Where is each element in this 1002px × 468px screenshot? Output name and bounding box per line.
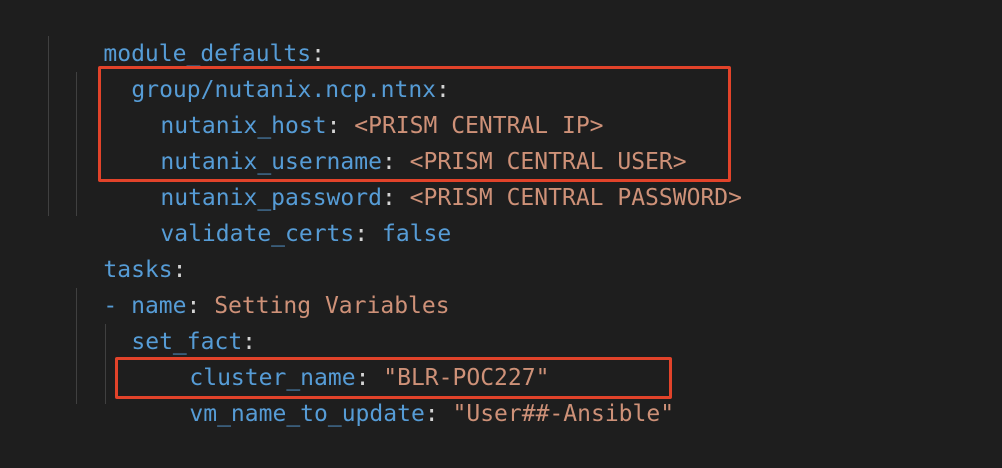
- highlight-box-vm-name: [115, 357, 672, 399]
- yaml-boolean: false: [381, 221, 452, 247]
- yaml-key: vm_name_to_update: [189, 401, 425, 427]
- yaml-value: "User##-Ansible": [452, 401, 675, 427]
- yaml-colon: :: [424, 401, 453, 427]
- code-line[interactable]: module_defaults:: [48, 0, 325, 67]
- yaml-key: validate_certs: [160, 221, 355, 247]
- code-line[interactable]: tasks:: [48, 216, 186, 283]
- code-line[interactable]: set_fact:: [76, 288, 256, 355]
- code-editor[interactable]: module_defaults: group/nutanix.ncp.ntnx:…: [0, 0, 1002, 427]
- code-line[interactable]: cluster_name: "BLR-POC227": [134, 324, 549, 391]
- highlight-box-credentials: [98, 66, 731, 182]
- code-line[interactable]: validate_certs: false: [105, 180, 451, 247]
- yaml-colon: :: [354, 221, 382, 247]
- yaml-value: <PRISM CENTRAL PASSWORD>: [409, 185, 742, 211]
- code-line[interactable]: - name: Setting Variables: [48, 252, 449, 319]
